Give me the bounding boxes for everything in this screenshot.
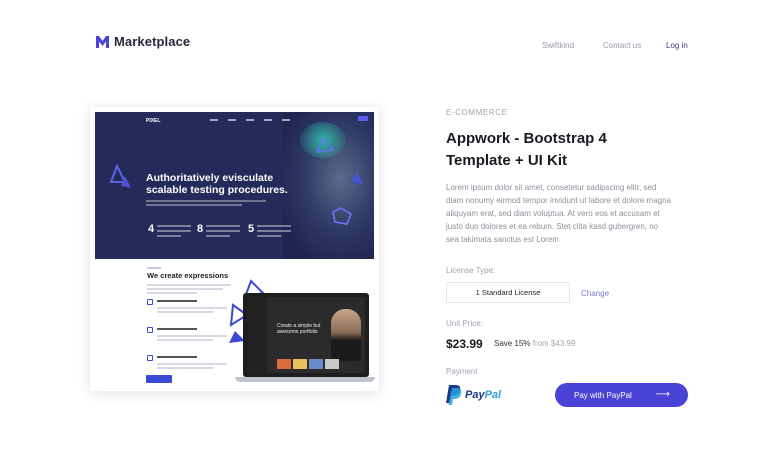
preview-stat: 4 — [148, 223, 155, 235]
nav-link-contact-us[interactable]: Contact us — [603, 41, 641, 50]
savings-percent: 15% — [514, 339, 531, 348]
brand-name: Marketplace — [114, 34, 191, 49]
payment-label: Payment — [446, 367, 478, 376]
preview-logo: PIXEL — [146, 118, 161, 124]
preview-section: We create expressions Create a simple bu… — [95, 259, 375, 386]
product-title: Appwork - Bootstrap 4 Template + UI Kit — [446, 130, 607, 169]
preview-stat: 8 — [197, 223, 204, 235]
product-description: Lorem ipsum dolor sit amet, consetetur s… — [446, 183, 672, 244]
preview-laptop-text: Create a simple but awesome portfolio — [277, 323, 321, 335]
paypal-wordmark-pay: Pay — [465, 389, 485, 401]
license-type-select[interactable]: 1 Standard License — [446, 282, 570, 303]
preview-subtext — [146, 200, 266, 208]
preview-laptop-thumbs — [277, 359, 339, 369]
preview-menu — [210, 119, 290, 121]
preview-laptop-screen: Create a simple but awesome portfolio — [247, 297, 365, 373]
brand-logo[interactable]: Marketplace — [96, 34, 190, 49]
paypal-wordmark-pal: Pal — [484, 389, 502, 401]
paypal-logo: PayPal — [446, 384, 501, 406]
preview-stat-text — [206, 225, 240, 240]
preview-hero: PIXEL Authoritatively evisculate scalabl… — [95, 112, 374, 259]
change-license-link[interactable]: Change — [581, 289, 609, 298]
savings-text: Save 15% from $43.99 — [494, 339, 575, 348]
preview-laptop-sidebar — [247, 297, 267, 373]
preview-laptop-base — [235, 377, 375, 382]
preview-badge — [358, 116, 368, 121]
savings-prefix: Save — [494, 339, 513, 348]
arrow-right-icon: ⟶ — [655, 389, 670, 400]
product-category: E-COMMERCE — [446, 108, 508, 117]
license-type-value: 1 Standard License — [475, 288, 541, 297]
unit-price: $23.99 — [446, 337, 483, 351]
paypal-wordmark: PayPal — [465, 389, 501, 401]
nav-link-log-in[interactable]: Log in — [666, 41, 688, 50]
preview-stat-text — [157, 225, 191, 240]
preview-stat: 5 — [248, 223, 255, 235]
original-price: from $43.99 — [532, 339, 576, 348]
preview-laptop: Create a simple but awesome portfolio — [243, 293, 369, 377]
paypal-icon — [446, 385, 462, 405]
pay-button-label: Pay with PayPal — [574, 390, 632, 400]
license-type-label: License Type: — [446, 266, 496, 275]
preview-headline: Authoritatively evisculate scalable test… — [146, 172, 288, 196]
preview-stat-text — [257, 225, 291, 240]
unit-price-label: Unit Price: — [446, 319, 483, 328]
preview-laptop-photo — [331, 309, 361, 361]
marketplace-logo-icon — [96, 35, 109, 48]
nav-link-swiftkind[interactable]: Swiftkind — [542, 41, 574, 50]
pay-with-paypal-button[interactable]: Pay with PayPal ⟶ — [555, 383, 688, 407]
product-preview-image: PIXEL Authoritatively evisculate scalabl… — [90, 107, 379, 391]
